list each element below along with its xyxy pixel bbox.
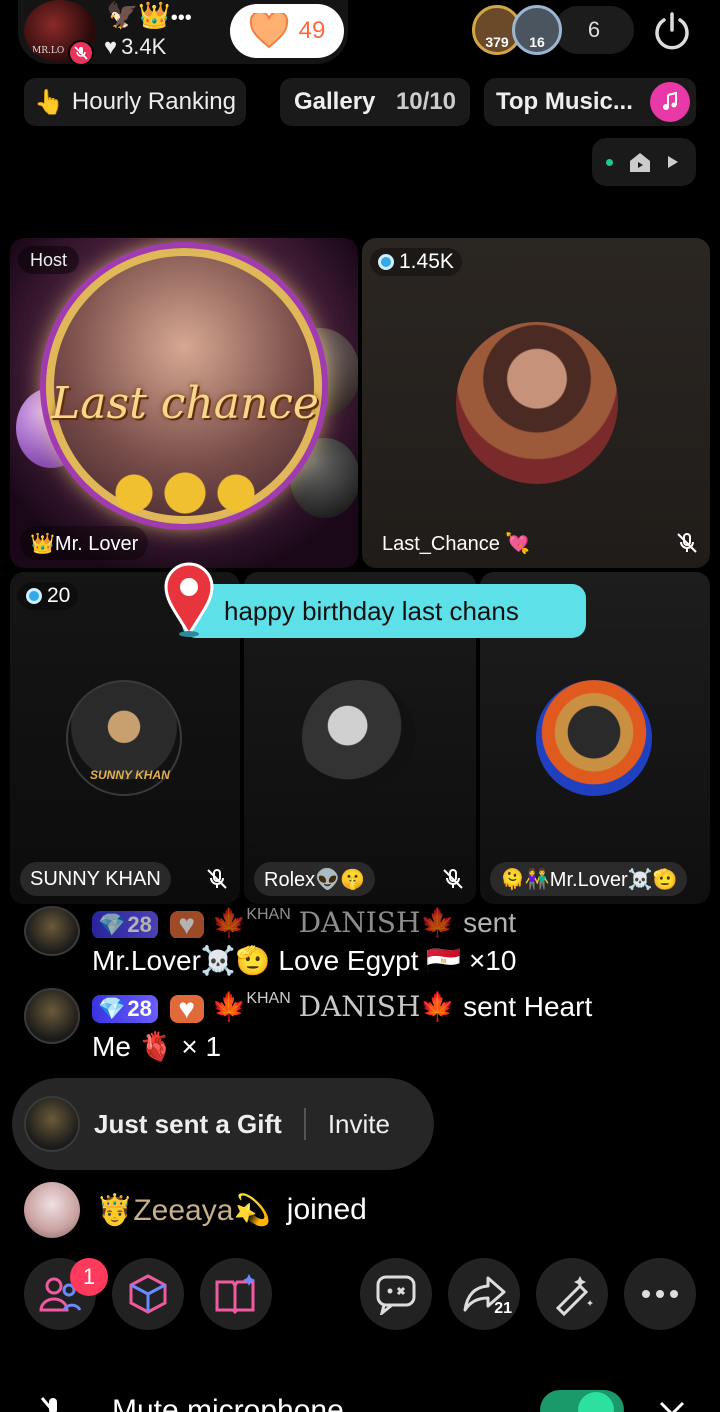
joiner-avatar[interactable] [24,1182,80,1238]
host-seat[interactable]: Last chance Host 👑Mr. Lover [10,238,358,568]
viewer-list[interactable]: 379 16 6 [472,5,634,55]
top-music-chip[interactable]: Top Music... [484,78,696,126]
chat-action: sent Heart [463,991,593,1022]
host-avatar-label: MR.LO [32,46,65,56]
mute-toggle[interactable] [540,1390,624,1412]
magic-wand-icon [555,1276,593,1316]
live-dot-icon [606,158,613,166]
power-icon[interactable] [650,10,694,54]
seat-name: SUNNY KHAN [20,862,171,896]
book-button[interactable] [200,1258,272,1330]
host-crown-badges: 🦅👑••• [106,0,192,30]
seat-score: 1.45K [370,248,462,276]
gift-sender-avatar [24,1096,80,1152]
mic-slash-icon [40,1397,57,1412]
host-likes: ♥ 3.4K [104,34,166,60]
book-sparkle-icon [215,1274,255,1315]
message-icon [376,1275,416,1315]
gallery-label: Gallery [294,88,376,115]
guest-avatar[interactable] [456,322,618,484]
hourly-ranking-label: Hourly Ranking [71,88,236,115]
viewer-badge: 16 [529,34,545,50]
close-icon[interactable] [658,1400,686,1412]
chat-action: sent [463,907,516,938]
gallery-chip[interactable]: Gallery 10/10 [280,78,470,126]
mic-muted-icon [443,869,463,889]
host-muted-icon [68,40,94,66]
seat-name: Rolex👽🤫 [254,862,375,896]
join-action: joined [286,1193,367,1226]
share-button[interactable]: 21 [448,1258,520,1330]
viewer-count[interactable]: 6 [554,6,634,54]
host-tag: Host [18,246,80,274]
flame-icon: 👆 [34,88,64,116]
top-music-label: Top Music... [496,88,633,115]
level-badge: 💎 28 [92,910,158,938]
joiner-name: Zeeaya [133,1193,234,1227]
birthday-message-banner: happy birthday last chans [182,584,586,638]
seat-name: Last_Chance 💘 [382,532,531,555]
more-icon [642,1290,678,1298]
gem-icon [378,254,394,270]
guest-seat[interactable]: 1.45K Last_Chance 💘 [362,238,710,568]
home-icon [630,153,650,172]
gem-icon [26,588,42,604]
chat-avatar[interactable] [24,988,80,1044]
level-badge: 💎 28 [92,994,158,1023]
seat-score-value: 20 [47,584,71,607]
mic-muted-icon [207,869,227,889]
heart-badge-icon: ♥ [169,993,204,1024]
follow-heart-button[interactable]: 49 [230,4,344,58]
host-banner-title: Last chance [51,378,319,429]
seat-score-value: 1.45K [399,250,454,273]
location-pin-icon [164,562,214,637]
gallery-ratio: 10/10 [395,88,456,115]
heart-icon [249,13,288,49]
chat-message: 💎 28 ♥ 🍁KHAN DANISH🍁 sent Heart [92,990,593,1024]
joiner-name-wrap: 🤴Zeeaya💫 [96,1193,271,1227]
chat-message: 💎 28 ♥ 🍁KHAN DANISH🍁 sent [92,906,516,938]
mute-microphone-label: Mute microphone [112,1394,344,1412]
flowers-decoration [100,468,270,518]
gift-prompt-pill[interactable]: Just sent a Gift Invite [12,1078,434,1170]
seat-name: 👑Mr. Lover [20,526,149,560]
seat-name: 🫠👫Mr.Lover☠️🫡 [490,862,688,896]
sender-name: DANISH [298,906,421,938]
heart-count: 49 [298,17,326,44]
birthday-message-text: happy birthday last chans [224,595,519,626]
sender-prefix: KHAN [246,990,291,1007]
guest-avatar[interactable] [302,680,416,794]
chat-message-line: Mr.Lover☠️🫡 Love Egypt 🇪🇬 ×10 [92,945,517,976]
chat-button[interactable] [360,1258,432,1330]
avatar-logo-text: SUNNY KHAN [90,768,170,782]
gift-sent-text: Just sent a Gift [94,1108,282,1139]
mute-microphone-bar[interactable]: Mute microphone [0,1382,720,1412]
chat-message-line: Me 🫀 × 1 [92,1031,222,1062]
cube-icon [129,1274,167,1314]
viewer-avatar[interactable]: 16 [512,5,562,55]
guest-avatar[interactable] [536,680,652,796]
play-icon [668,156,678,168]
join-notification: 🤴Zeeaya💫 joined [24,1182,367,1238]
mic-muted-icon [677,533,697,553]
toggle-knob [578,1392,614,1412]
magic-button[interactable] [536,1258,608,1330]
crown-icon: 🤴 [96,1193,134,1227]
box-button[interactable] [112,1258,184,1330]
sender-name: DANISH [298,990,421,1023]
seat-score: 20 [18,582,79,610]
sender-prefix: KHAN [246,906,291,923]
heart-icon: ♥ [104,34,118,59]
share-count: 21 [494,1300,512,1317]
hourly-ranking-chip[interactable]: 👆 Hourly Ranking [24,78,246,126]
heart-badge-icon: ♥ [169,909,204,938]
more-button[interactable] [624,1258,696,1330]
music-note-icon[interactable] [650,82,690,122]
notification-badge: 1 [70,1258,108,1296]
invite-button[interactable]: Invite [328,1109,390,1140]
divider [303,1108,306,1140]
host-likes-count: 3.4K [121,34,167,59]
room-mode-control[interactable] [592,138,696,186]
chat-avatar[interactable] [24,906,80,956]
